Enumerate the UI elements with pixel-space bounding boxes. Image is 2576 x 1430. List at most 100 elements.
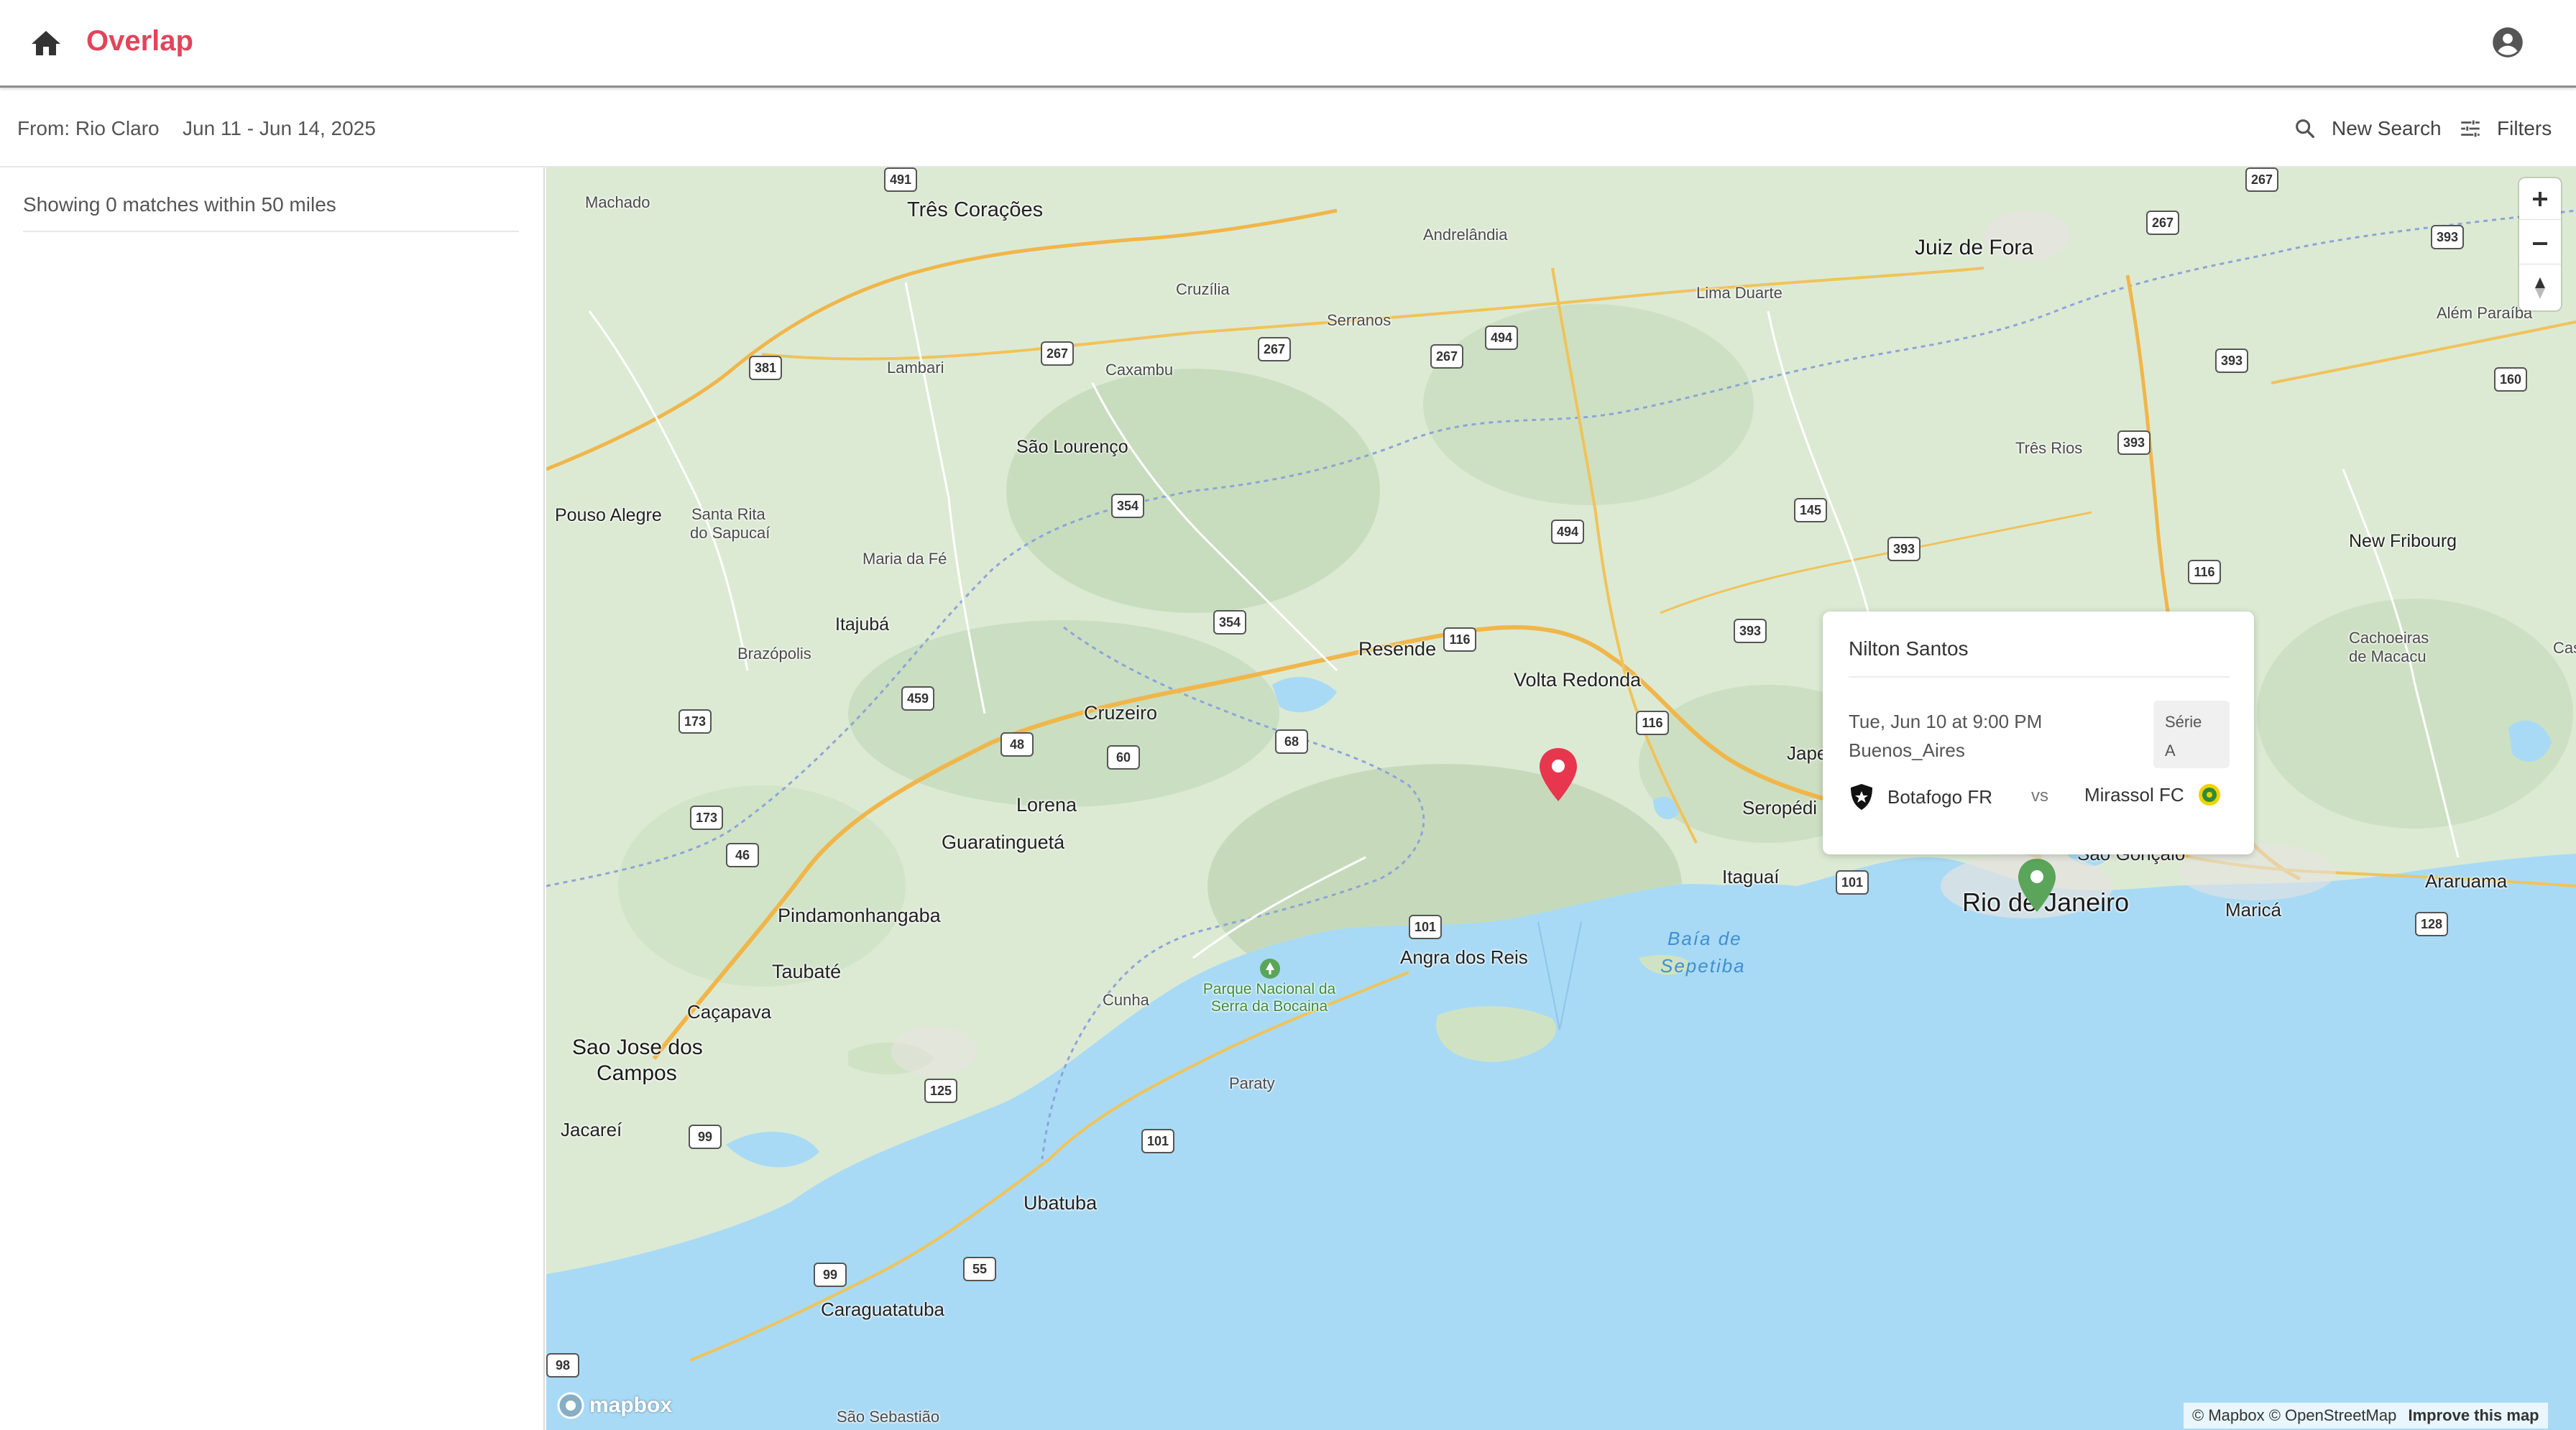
highway-shield: 494 <box>1551 520 1585 544</box>
place-label: Baía de <box>1668 928 1742 949</box>
highway-shield: 491 <box>884 167 918 192</box>
venue-name: Nilton Santos <box>1849 637 1969 660</box>
place-label: Pindamonhangaba <box>778 905 941 926</box>
place-label: Itaguaí <box>1722 866 1780 887</box>
place-label: Seropédi <box>1742 797 1818 818</box>
place-label: Jape <box>1787 742 1828 764</box>
park-icon <box>1259 958 1281 979</box>
botafogo-crest-icon <box>1851 784 1872 810</box>
highway-shield: 267 <box>1430 344 1464 369</box>
place-label: Cruzília <box>1176 280 1230 298</box>
highway-shield: 128 <box>2415 912 2449 936</box>
place-label: Três Rios <box>2015 439 2083 457</box>
place-label: São Lourenço <box>1016 437 1128 457</box>
map-zoom-controls <box>2519 178 2561 310</box>
league-badge: Série A <box>2153 701 2230 768</box>
place-label: Juiz de Fora <box>1915 236 2034 259</box>
search-icon <box>2296 119 2315 139</box>
highway-shield: 46 <box>726 843 759 867</box>
home-team: Botafogo FR <box>1849 783 1992 811</box>
place-label: Sepetiba <box>1660 955 1746 977</box>
place-label: Angra dos Reis <box>1400 946 1528 968</box>
place-label: Taubaté <box>772 961 842 982</box>
map-attribution: © Mapbox © OpenStreetMap Improve this ma… <box>2184 1403 2548 1429</box>
highway-shield: 267 <box>1041 341 1075 366</box>
venue-pin[interactable] <box>2017 857 2057 915</box>
place-label: Serranos <box>1327 311 1392 329</box>
filters-button[interactable]: Filters <box>2458 114 2552 143</box>
account-icon[interactable] <box>2490 24 2526 60</box>
highway-shield: 101 <box>1141 1129 1175 1153</box>
place-label: Lorena <box>1016 794 1077 816</box>
highway-shield: 55 <box>963 1257 996 1281</box>
highway-shield: 68 <box>1275 729 1308 754</box>
filters-label: Filters <box>2497 117 2552 139</box>
zoom-in-button[interactable] <box>2519 178 2561 220</box>
place-label: Sao Jose dos <box>572 1035 703 1059</box>
place-label: de Macacu <box>2349 647 2426 665</box>
search-summary-bar: From: Rio Claro Jun 11 - Jun 14, 2025 Ne… <box>0 90 2576 167</box>
highway-shield: 60 <box>1107 745 1140 770</box>
place-label: Caxambu <box>1105 361 1174 379</box>
place-label: Resende <box>1358 638 1437 660</box>
highway-shield: 393 <box>2215 349 2249 373</box>
highway-shield: 98 <box>546 1353 579 1378</box>
place-label: Andrelândia <box>1423 226 1508 244</box>
new-search-button[interactable]: New Search <box>2293 114 2442 143</box>
highway-shield: 354 <box>1111 494 1145 518</box>
highway-shield: 173 <box>678 709 712 734</box>
highway-shield: 99 <box>689 1125 722 1149</box>
highway-shield: 393 <box>2431 225 2465 249</box>
home-icon[interactable] <box>29 27 63 61</box>
brand-title[interactable]: Overlap <box>86 25 193 57</box>
attribution-text[interactable]: © Mapbox © OpenStreetMap <box>2192 1406 2396 1424</box>
highway-shield: 459 <box>901 686 935 711</box>
results-sidebar: Showing 0 matches within 50 miles <box>0 167 545 1430</box>
place-label: Machado <box>585 193 650 211</box>
highway-shield: 48 <box>1000 732 1034 757</box>
map-canvas[interactable]: Machado Três Corações Andrelândia Juiz d… <box>546 167 2576 1430</box>
place-label: Santa Rita <box>691 505 765 523</box>
reset-north-button[interactable] <box>2519 267 2561 309</box>
mirassol-crest-icon <box>2198 784 2220 806</box>
filters-icon <box>2461 120 2480 137</box>
origin-location-pin[interactable] <box>1538 747 1578 804</box>
mapbox-logo[interactable]: mapbox <box>556 1390 672 1421</box>
place-label: São Sebastião <box>837 1408 940 1426</box>
place-label: Cachoeiras <box>2349 629 2429 647</box>
highway-shield: 116 <box>2188 560 2221 584</box>
away-team-name: Mirassol FC <box>2084 783 2184 806</box>
highway-shield: 494 <box>1485 326 1519 350</box>
match-popup[interactable]: Nilton Santos Tue, Jun 10 at 9:00 PM Bue… <box>1823 612 2254 854</box>
match-timezone: Buenos_Aires <box>1849 739 1965 761</box>
highway-shield: 145 <box>1794 498 1828 522</box>
place-label: Volta Redonda <box>1514 669 1642 691</box>
place-label: Caçapava <box>687 1001 772 1023</box>
improve-map-link[interactable]: Improve this map <box>2408 1406 2539 1424</box>
place-label: Ubatuba <box>1024 1192 1098 1214</box>
match-datetime: Tue, Jun 10 at 9:00 PM <box>1849 711 2043 732</box>
place-label: Maria da Fé <box>862 550 947 568</box>
minus-icon <box>2533 241 2547 245</box>
compass-icon <box>2535 277 2545 299</box>
place-label: Pouso Alegre <box>555 505 662 525</box>
zoom-out-button[interactable] <box>2519 223 2561 264</box>
highway-shield: 116 <box>1636 711 1669 735</box>
highway-shield: 101 <box>1836 870 1869 895</box>
place-label: Três Corações <box>907 198 1044 221</box>
highway-shield: 116 <box>1443 627 1476 652</box>
home-team-name: Botafogo FR <box>1887 785 1992 808</box>
highway-shield: 173 <box>690 806 724 830</box>
highway-shield: 354 <box>1213 610 1247 635</box>
highway-shield: 267 <box>1258 337 1292 361</box>
versus-label: vs <box>2031 786 2048 806</box>
place-label: Guaratinguetá <box>942 831 1065 853</box>
highway-shield: 393 <box>2117 430 2151 455</box>
plus-icon <box>2533 191 2547 206</box>
place-label: do Sapucaí <box>690 524 770 542</box>
league-label-line2: A <box>2165 742 2176 760</box>
place-label: New Fribourg <box>2349 531 2457 551</box>
highway-shield: 393 <box>1734 619 1767 643</box>
place-label: Cunha <box>1103 991 1149 1009</box>
highway-shield: 381 <box>749 356 783 380</box>
